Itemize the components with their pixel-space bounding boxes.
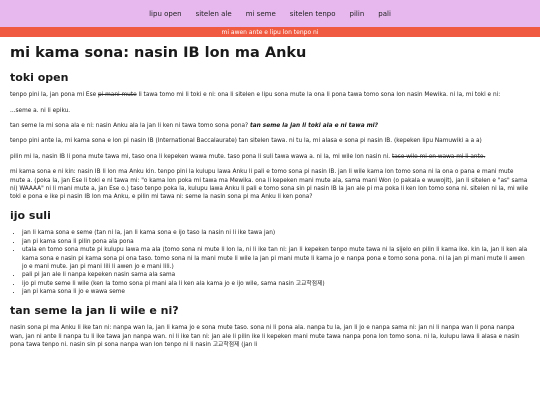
paragraph: pilin mi la, nasin IB li pona mute tawa …	[10, 153, 530, 161]
emphasis-text: tan seme la jan li toki ala e ni tawa mi…	[249, 123, 379, 130]
heading-ijo-suli: ijo suli	[10, 208, 51, 222]
text-run: tenpo pini la, jan pona mi Ese	[10, 92, 99, 99]
paragraph: nasin sona pi ma Anku li ike tan ni: nan…	[10, 325, 520, 349]
list-item: ijo pi mute seme li wile (ken la tomo so…	[22, 280, 530, 288]
nav-lipu-open[interactable]: lipu open	[149, 10, 181, 18]
nav-mi-seme[interactable]: mi seme	[246, 10, 276, 18]
nav-pilin[interactable]: pilin	[350, 10, 365, 18]
nav-sitelen-tenpo[interactable]: sitelen tenpo	[290, 10, 336, 18]
top-navigation: lipu open sitelen ale mi seme sitelen te…	[0, 0, 540, 27]
banner-text: mi awen ante e lipu lon tenpo ni	[221, 28, 319, 36]
paragraph: tenpo pini la, jan pona mi Ese pi mani m…	[10, 91, 530, 99]
heading-tan-seme: tan seme la jan li wile e ni?	[10, 303, 179, 317]
list-item: jan pi kama sona li jo e wawa seme	[22, 288, 530, 296]
text-run: tan seme la mi sona ala e ni: nasin Anku…	[10, 123, 250, 130]
article: mi kama sona: nasin IB lon ma Anku toki …	[0, 37, 540, 349]
paragraph: mi kama sona e ni kin: nasin IB li lon m…	[10, 169, 529, 201]
bullet-list: jan li kama sona e seme (tan ni la, jan …	[10, 229, 530, 296]
text-run: li tawa tomo mi li toki e ni: ona li sit…	[136, 92, 501, 99]
strikethrough-text: taso wile mi en wawa mi li ante.	[391, 153, 486, 160]
paragraph: tenpo pini ante la, mi kama sona e lon p…	[10, 138, 482, 145]
page-title: mi kama sona: nasin IB lon ma Anku	[10, 45, 307, 61]
text-run: pilin mi la, nasin IB li pona mute tawa …	[10, 153, 392, 160]
paragraph: tan seme la mi sona ala e ni: nasin Anku…	[10, 122, 530, 130]
paragraph: ...seme a. ni li epiku.	[10, 107, 71, 114]
list-item: jan pi kama sona li pilin pona ala pona	[22, 238, 530, 246]
strikethrough-text: pi mani mute	[98, 92, 137, 99]
nav-sitelen-ale[interactable]: sitelen ale	[196, 10, 232, 18]
list-item: utala en tomo sona mute pi kulupu lawa m…	[22, 246, 530, 271]
list-item: pali pi jan ale li nanpa kepeken nasin s…	[22, 271, 530, 279]
notice-banner: mi awen ante e lipu lon tenpo ni	[0, 27, 540, 37]
nav-pali[interactable]: pali	[378, 10, 391, 18]
list-item: jan li kama sona e seme (tan ni la, jan …	[22, 229, 530, 237]
heading-toki-open: toki open	[10, 70, 69, 84]
